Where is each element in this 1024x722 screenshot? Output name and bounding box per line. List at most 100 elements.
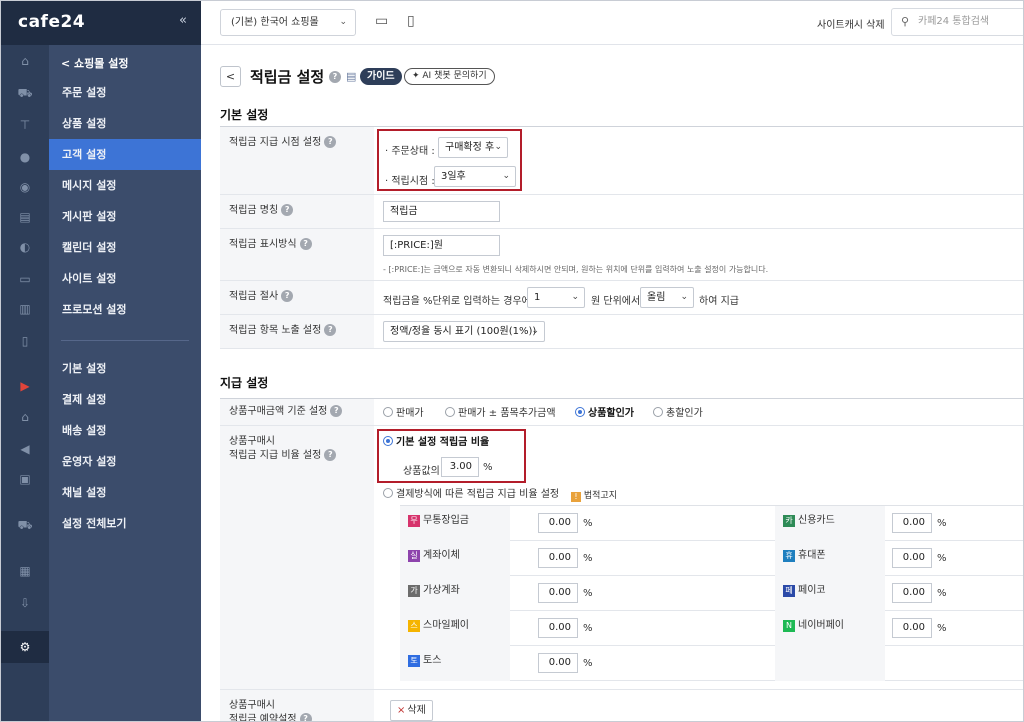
delete-button[interactable]: × 삭제: [390, 700, 433, 721]
chart-icon[interactable]: ▥: [17, 301, 33, 317]
percent-unit: %: [937, 623, 947, 634]
item-display-select[interactable]: 정액/정율 동시 표기 (100원(1%)) ⌄: [383, 321, 545, 342]
shop-select[interactable]: (기본) 한국어 쇼핑몰 ⌄: [220, 9, 356, 36]
reserve-name-input[interactable]: 적립금: [383, 201, 500, 222]
help-icon[interactable]: ?: [281, 204, 294, 216]
guide-button[interactable]: 가이드: [360, 68, 402, 85]
menu-back-link[interactable]: < 쇼핑몰 설정: [61, 55, 128, 71]
help-icon[interactable]: ?: [330, 405, 343, 417]
rounding-unit-select[interactable]: 1 ⌄: [527, 287, 585, 308]
rounding-label: 적립금 절사: [229, 291, 279, 302]
payment-rate-input[interactable]: 0.00: [892, 548, 932, 568]
video-icon[interactable]: ▶: [17, 378, 33, 394]
gear-icon[interactable]: ⚙: [17, 639, 33, 655]
menu-item[interactable]: 프로모션 설정: [49, 294, 201, 325]
person-icon[interactable]: ●: [17, 149, 33, 165]
mobile-icon[interactable]: ▯: [17, 333, 33, 349]
legal-notice-label: 법적고지: [583, 491, 617, 501]
home-icon[interactable]: ⌂: [17, 53, 33, 69]
payment-method-label: 페이코: [798, 585, 826, 596]
menu-item[interactable]: 캘린더 설정: [49, 232, 201, 263]
menu-item[interactable]: 설정 전체보기: [49, 508, 201, 539]
product-rate-input[interactable]: 3.00: [441, 457, 479, 477]
chat-icon[interactable]: ◉: [17, 179, 33, 195]
basis-radio-sale-plus-option[interactable]: 판매가 ± 품목추가금액: [445, 407, 556, 420]
board-icon[interactable]: ▤: [17, 209, 33, 225]
item-display-label: 적립금 항목 노출 설정: [229, 325, 322, 336]
title-help-icon[interactable]: ?: [329, 71, 341, 83]
method-rate-radio[interactable]: 결제방식에 따른 적립금 지급 비율 설정: [383, 488, 559, 501]
back-button[interactable]: <: [220, 66, 241, 87]
payment-method-name: 토 토스: [400, 646, 510, 681]
payment-rate-input[interactable]: 0.00: [538, 583, 578, 603]
payment-rate-input[interactable]: 0.00: [892, 513, 932, 533]
menu-item[interactable]: 메시지 설정: [49, 170, 201, 201]
basis-label: 상품구매금액 기준 설정: [229, 406, 328, 417]
apps-icon[interactable]: ▦: [17, 563, 33, 579]
menu-item[interactable]: 게시판 설정: [49, 201, 201, 232]
top-bar: (기본) 한국어 쇼핑몰 ⌄ ▭ ▯ 사이트캐시 삭제 ⚲ 카페24 통합검색: [201, 1, 1023, 45]
payment-rate-input[interactable]: 0.00: [538, 653, 578, 673]
ad-icon[interactable]: ▣: [17, 471, 33, 487]
item-display-row: 적립금 항목 노출 설정? 정액/정율 동시 표기 (100원(1%)) ⌄: [220, 315, 1023, 349]
rounding-method-select[interactable]: 올림 ⌄: [640, 287, 694, 308]
default-rate-label: 기본 설정 적립금 비율: [396, 437, 490, 448]
cache-delete-link[interactable]: 사이트캐시 삭제: [817, 16, 885, 31]
help-icon[interactable]: ?: [324, 324, 337, 336]
menu-item[interactable]: 고객 설정: [49, 139, 201, 170]
menu-item[interactable]: 채널 설정: [49, 477, 201, 508]
shirt-icon[interactable]: ⊤: [17, 117, 33, 133]
basis-radio-total-discount[interactable]: 총할인가: [653, 407, 703, 420]
rounding-value-cell: 적립금을 %단위로 입력하는 경우에 1 ⌄ 원 단위에서 올림 ⌄ 하여 지급: [375, 281, 1023, 314]
rounding-label-cell: 적립금 절사?: [220, 281, 374, 314]
display-value-cell: [:PRICE:]원 - [:PRICE:]는 금액으로 자동 변환되니 삭제하…: [375, 229, 1023, 280]
payment-rate-input[interactable]: 0.00: [892, 583, 932, 603]
calendar-icon[interactable]: ▤: [346, 70, 356, 83]
ai-chatbot-button[interactable]: ✦ AI 챗봇 문의하기: [404, 68, 495, 85]
cart-icon[interactable]: ⛟: [17, 85, 33, 101]
display-icon[interactable]: ▭: [17, 271, 33, 287]
menu-item[interactable]: 기본 설정: [49, 353, 201, 384]
download-icon[interactable]: ⇩: [17, 595, 33, 611]
payment-method-label: 토스: [423, 655, 442, 666]
search-input[interactable]: ⚲ 카페24 통합검색: [891, 8, 1023, 36]
radio-dot: [383, 488, 393, 498]
payment-rate-input[interactable]: 0.00: [538, 513, 578, 533]
basis-radio-discount-price[interactable]: 상품할인가: [575, 407, 634, 420]
default-rate-radio[interactable]: 기본 설정 적립금 비율: [383, 436, 489, 449]
megaphone-icon[interactable]: ◀: [17, 441, 33, 457]
basis-radio-sale-price[interactable]: 판매가: [383, 407, 424, 420]
menu-item[interactable]: 상품 설정: [49, 108, 201, 139]
reserve-label-cell: 상품구매시 적립금 예약설정?: [220, 690, 374, 721]
payment-rate-input[interactable]: 0.00: [892, 618, 932, 638]
menu-item[interactable]: 결제 설정: [49, 384, 201, 415]
truck-icon[interactable]: ⛟: [17, 517, 33, 533]
payment-method-grid: 무 무통장입금 0.00% 카 신용카드 0.00% 실 계좌이체 0.00% 휴 휴대폰 0.00%…: [400, 505, 1023, 681]
shop-select-value: (기본) 한국어 쇼핑몰: [231, 17, 319, 28]
menu-item[interactable]: 운영자 설정: [49, 446, 201, 477]
help-icon[interactable]: ?: [281, 290, 294, 302]
payment-badge-icon: 카: [783, 515, 795, 527]
timing-row: 적립금 지급 시점 설정? · 주문상태 : 구매확정 후 ⌄ · 적립시점 :…: [220, 127, 1023, 195]
help-icon[interactable]: ?: [299, 238, 312, 250]
brand-logo[interactable]: cafe24: [18, 12, 85, 32]
legal-notice[interactable]: ! 법적고지: [571, 488, 617, 502]
radio-dot: [653, 407, 663, 417]
percent-unit: %: [937, 588, 947, 599]
payment-rate-input[interactable]: 0.00: [538, 548, 578, 568]
mobile-icon[interactable]: ▯: [407, 13, 415, 29]
payment-rate-input[interactable]: 0.00: [538, 618, 578, 638]
menu-item[interactable]: 사이트 설정: [49, 263, 201, 294]
store-icon[interactable]: ⌂: [17, 409, 33, 425]
desktop-icon[interactable]: ▭: [375, 13, 388, 29]
display-format-input[interactable]: [:PRICE:]원: [383, 235, 500, 256]
help-icon[interactable]: ?: [299, 713, 312, 721]
basic-settings-table: 적립금 지급 시점 설정? · 주문상태 : 구매확정 후 ⌄ · 적립시점 :…: [220, 126, 1023, 366]
method-rate-label: 결제방식에 따른 적립금 지급 비율 설정: [396, 489, 560, 500]
help-icon[interactable]: ?: [324, 136, 337, 148]
palette-icon[interactable]: ◐: [17, 239, 33, 255]
menu-item[interactable]: 배송 설정: [49, 415, 201, 446]
rounding-text-middle: 원 단위에서: [591, 296, 641, 307]
menu-item[interactable]: 주문 설정: [49, 77, 201, 108]
collapse-sidebar-icon[interactable]: «: [179, 13, 187, 28]
